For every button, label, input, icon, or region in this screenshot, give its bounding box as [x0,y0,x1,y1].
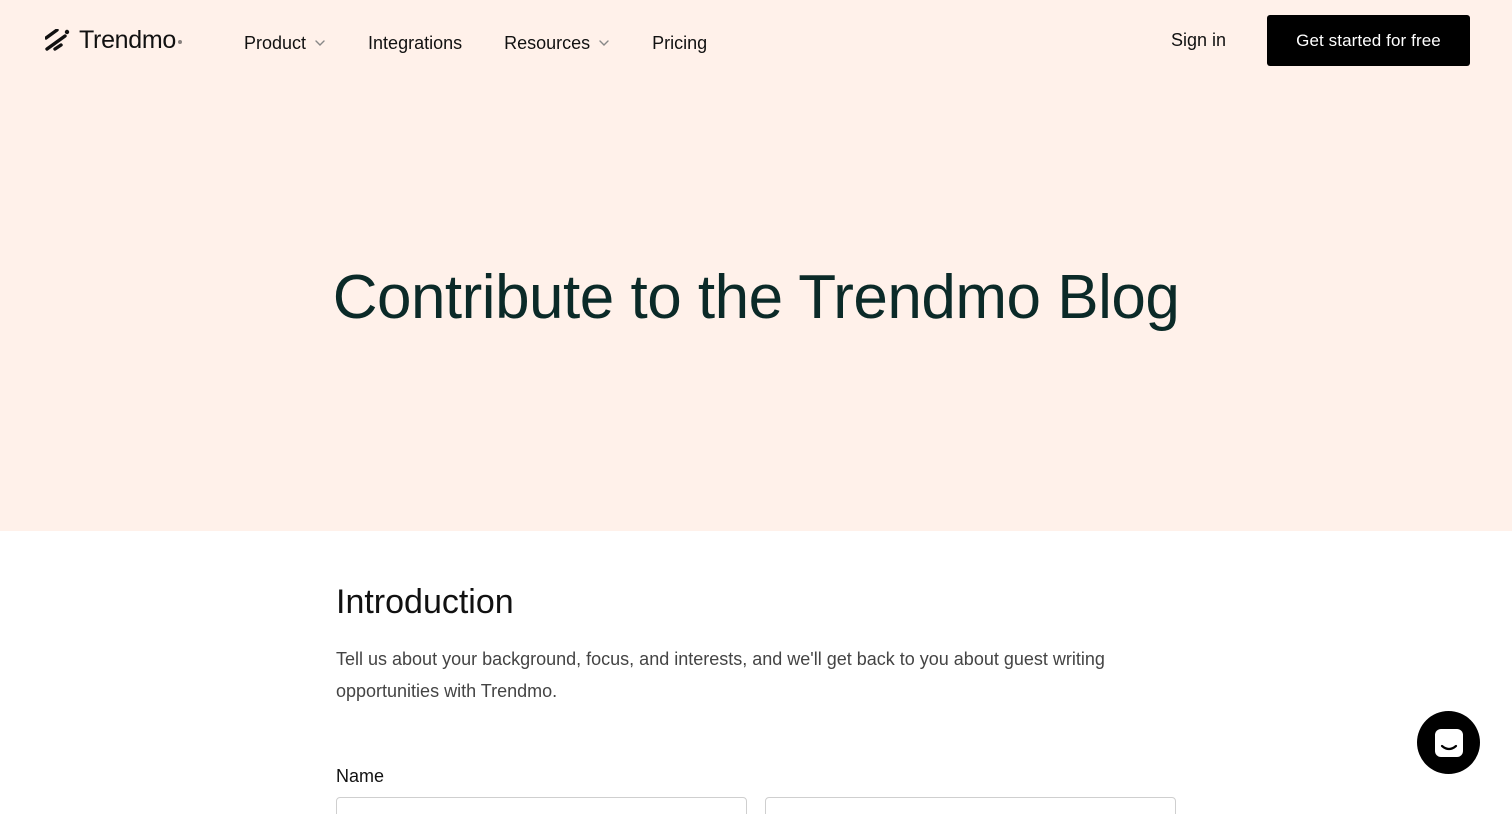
chat-icon [1434,728,1463,757]
nav-item-label: Resources [504,33,591,53]
nav-item-label: Product [244,33,307,53]
page: Trendmo Product Integrations Resources P… [0,0,1512,814]
brand-logo[interactable]: Trendmo [45,26,183,54]
top-navigation: Trendmo Product Integrations Resources P… [0,0,1512,84]
nav-item-integrations[interactable]: Integrations [368,30,462,56]
get-started-button[interactable]: Get started for free [1267,15,1470,66]
nav-item-pricing[interactable]: Pricing [652,30,707,56]
hero-section: Trendmo Product Integrations Resources P… [0,0,1512,531]
name-input-row [336,797,1176,814]
nav-item-label: Pricing [652,33,708,53]
trendmo-slash-icon [45,29,70,51]
contribution-form: Introduction Tell us about your backgrou… [336,531,1176,814]
chevron-down-icon [599,40,609,46]
name-field-label: Name [336,766,385,786]
brand-name: Trendmo [79,26,177,54]
registered-mark [178,40,183,44]
section-description: Tell us about your background, focus, an… [336,649,1105,701]
first-name-input[interactable] [336,797,747,814]
chevron-down-icon [315,40,325,46]
sign-in-link[interactable]: Sign in [1171,28,1226,52]
nav-item-product[interactable]: Product [244,30,326,56]
nav-links: Product Integrations Resources Pricing [244,30,749,56]
chat-launcher-button[interactable] [1417,711,1480,774]
page-title: Contribute to the Trendmo Blog [332,263,1180,332]
nav-item-label: Integrations [368,33,463,53]
section-title: Introduction [336,583,514,621]
nav-item-resources[interactable]: Resources [504,30,610,56]
last-name-input[interactable] [765,797,1176,814]
